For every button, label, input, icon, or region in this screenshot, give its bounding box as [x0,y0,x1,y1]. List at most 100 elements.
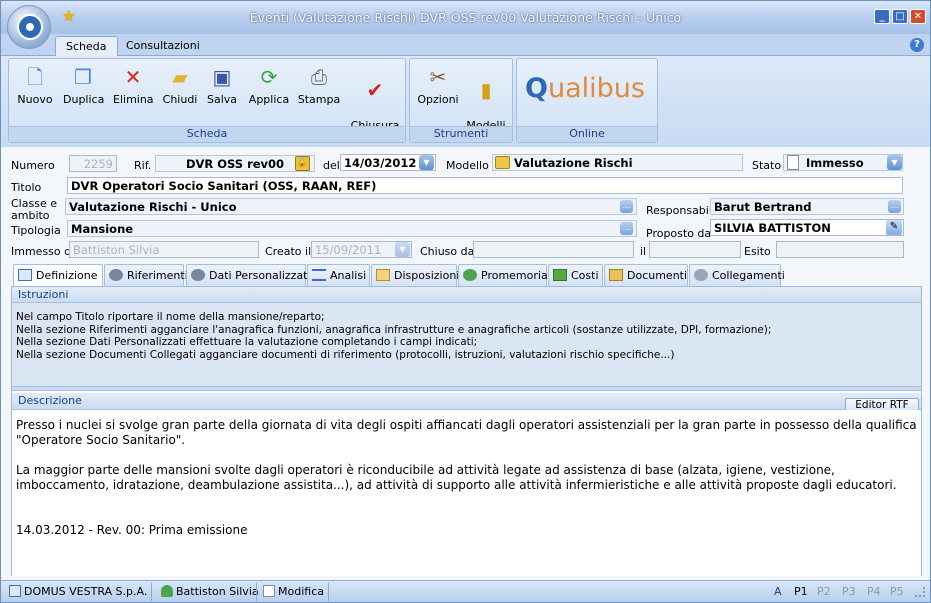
tab-riferimenti[interactable]: Riferimenti [104,264,188,286]
user-icon [161,585,173,597]
ribbon-tab-bar: Scheda Consultazioni ? [1,34,930,56]
apply-button-label: Applica [248,93,290,106]
resize-grip-icon[interactable] [915,587,925,597]
printer-icon: ⎙ [311,65,327,89]
ribbon-tab-scheda[interactable]: Scheda [55,36,118,56]
rif-field[interactable]: DVR OSS rev00 [155,155,315,172]
rif-label: Rif. [134,159,152,172]
apply-button[interactable]: ⟳ Applica [247,65,291,106]
lock-icon[interactable]: 🔒 [295,156,310,171]
print-button[interactable]: ⎙ Stampa [297,65,341,106]
app-logo-icon [17,14,43,40]
ellipsis-icon[interactable]: … [888,200,901,213]
descrizione-text[interactable]: Presso i nuclei si svolge gran parte del… [12,410,921,576]
building-icon [9,585,21,597]
close-window-button[interactable]: ✕ [910,9,926,24]
istruzioni-text: Nel campo Titolo riportare il nome della… [12,303,921,386]
il-label: il [640,245,647,258]
classe-field[interactable]: Valutazione Rischi - Unico [65,198,637,215]
numero-label: Numero [11,159,55,172]
tab-definizione[interactable]: Definizione [13,264,103,287]
tab-promemoria[interactable]: Promemoria [458,264,548,286]
tipologia-field[interactable]: Mansione [67,220,637,237]
tab-label: Disposizioni [394,269,460,282]
tab-documenti[interactable]: Documenti [604,264,688,286]
tab-label: Collegamenti [712,269,785,282]
chiuso-field [473,241,634,258]
titolo-field[interactable]: DVR Operatori Socio Sanitari (OSS, RAAN,… [67,177,903,194]
qualibus-logo[interactable]: Qualibus [525,73,645,104]
definition-panel: Istruzioni Nel campo Titolo riportare il… [11,286,922,576]
splitter-handle[interactable] [12,386,921,391]
tab-label: Riferimenti [127,269,188,282]
divider [328,583,329,601]
tab-label: Documenti [627,269,688,282]
ellipsis-icon[interactable]: … [620,200,633,213]
istruzioni-line: Nella sezione Documenti Collegati agganc… [16,348,675,361]
status-user-label: Battiston Silvia [176,585,259,598]
new-document-icon: 🗋 [26,65,44,89]
status-flag-p1: P1 [794,585,808,598]
tab-label: Dati Personalizzati [209,269,311,282]
chiuso-label: Chiuso da [420,245,475,258]
tab-label: Analisi [330,269,367,282]
responsabile-field[interactable]: Barut Bertrand [710,198,904,215]
modello-value: Valutazione Rischi [514,156,633,170]
ribbon-group-label: Strumenti [410,126,512,142]
edit-pencil-icon[interactable]: ✎ [886,220,902,235]
esito-field [776,241,904,258]
status-flag-p4: P4 [867,585,881,598]
app-menu-button[interactable] [7,5,51,49]
status-user: Battiston Silvia [161,585,259,598]
numero-field: 2259 [69,155,117,172]
close-button[interactable]: ▰ Chiudi [160,65,200,106]
chevron-down-icon[interactable]: ▼ [419,155,434,170]
tab-collegamenti[interactable]: Collegamenti [689,264,785,286]
tab-analisi[interactable]: Analisi [307,264,370,286]
references-icon [109,269,123,281]
status-company-label: DOMUS VESTRA S.p.A. [24,585,148,598]
ribbon-group-label: Scheda [9,126,405,142]
options-button-label: Opzioni [417,93,459,106]
maximize-button[interactable]: □ [892,9,908,24]
istruzioni-header: Istruzioni [12,287,921,303]
close-folder-icon: ▰ [172,65,188,89]
help-icon[interactable]: ? [910,38,924,52]
tab-dati-personalizzati[interactable]: Dati Personalizzati [186,264,311,286]
status-mode-label: Modifica [278,585,324,598]
duplicate-button-label: Duplica [63,93,105,106]
creato-label: Creato il [265,245,312,258]
duplicate-button[interactable]: ❐ Duplica [63,65,105,106]
proposto-field[interactable]: SILVIA BATTISTON [710,219,904,236]
delete-x-icon: ✕ [124,65,142,89]
ellipsis-icon[interactable]: … [620,222,633,235]
links-gear-icon [694,269,708,281]
analysis-list-icon [312,269,326,281]
options-button[interactable]: ✂ Opzioni [416,65,460,106]
status-bar: DOMUS VESTRA S.p.A. Battiston Silvia Mod… [1,580,930,602]
costs-icon [553,269,567,281]
modello-label: Modello [446,159,489,172]
istruzioni-line: Nel campo Titolo riportare il nome della… [16,311,325,323]
ribbon-group-label: Online [517,126,657,142]
document-icon [787,155,799,170]
modello-field[interactable]: Valutazione Rischi [492,154,743,171]
ribbon-tab-consultazioni[interactable]: Consultazioni [116,36,210,56]
documents-icon [609,269,623,281]
save-button[interactable]: ▣ Salva [202,65,242,106]
classe-label: Classe e ambito [11,197,57,222]
tab-costi[interactable]: Costi [548,264,603,286]
immesso-field: Battiston Silvia [69,241,259,258]
stato-field[interactable]: Immesso [783,154,903,171]
tab-label: Costi [571,269,599,282]
istruzioni-line: Nella sezione Dati Personalizzati effett… [16,336,478,348]
duplicate-icon: ❐ [74,65,92,89]
close-event-icon: ✔ [366,78,384,102]
minimize-button[interactable]: _ [874,9,890,24]
delete-button[interactable]: ✕ Elimina [113,65,154,106]
tab-disposizioni[interactable]: Disposizioni [371,264,460,286]
tools-icon: ✂ [429,65,447,89]
title-bar: ★ Eventi (Valutazione Rischi) DVR OSS re… [1,1,930,34]
chevron-down-icon[interactable]: ▼ [887,155,902,170]
new-button[interactable]: 🗋 Nuovo [15,65,55,106]
